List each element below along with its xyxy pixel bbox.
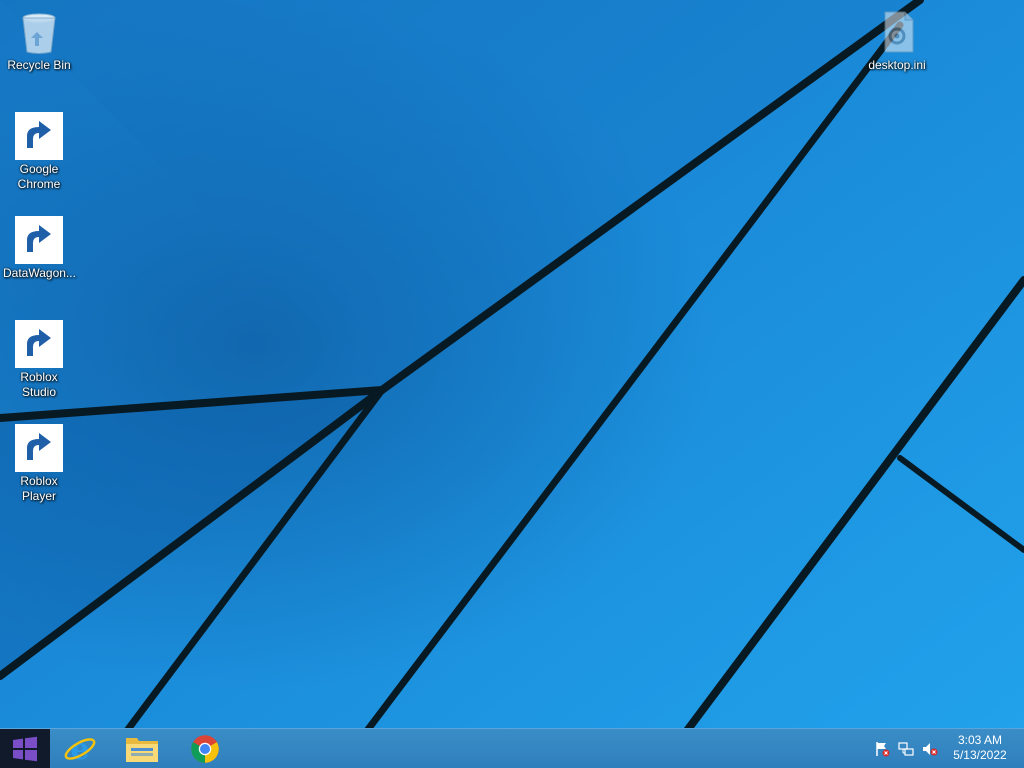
desktop-icon-label: Google Chrome (17, 162, 61, 191)
roblox-studio-icon (15, 320, 63, 368)
windows-logo-icon (13, 736, 37, 762)
clock-date: 5/13/2022 (953, 748, 1007, 762)
internet-explorer-icon: e (64, 732, 96, 766)
recycle-bin-icon (15, 8, 63, 56)
desktop-icon-google-chrome[interactable]: Google Chrome (1, 112, 77, 192)
shortcut-arrow-icon (15, 424, 63, 472)
wallpaper (0, 0, 1024, 768)
clock-time: 3:03 AM (957, 733, 1003, 747)
desktop-icon-label: Roblox Player (20, 474, 58, 503)
taskbar-chrome-button[interactable] (177, 729, 233, 768)
settings-file-icon (873, 8, 921, 56)
desktop-icon-datawagon[interactable]: DataWagon... (1, 216, 77, 281)
svg-text:e: e (70, 732, 89, 766)
desktop: Recycle Bin Google Chrome DataWagon... R… (0, 0, 1024, 768)
desktop-icon-roblox-studio[interactable]: Roblox Studio (1, 320, 77, 400)
network-icon[interactable] (898, 741, 914, 757)
start-button[interactable] (0, 729, 50, 768)
desktop-icon-recycle-bin[interactable]: Recycle Bin (1, 8, 77, 73)
taskbar-file-explorer-button[interactable] (114, 729, 170, 768)
file-explorer-icon (126, 738, 158, 762)
desktop-icon-desktop-ini[interactable]: desktop.ini (859, 8, 935, 73)
chrome-icon (15, 112, 63, 160)
roblox-player-icon (15, 424, 63, 472)
shortcut-arrow-icon (15, 112, 63, 160)
taskbar-internet-explorer-button[interactable]: e (52, 729, 108, 768)
shortcut-arrow-icon (15, 216, 63, 264)
volume-muted-icon[interactable] (922, 741, 938, 757)
chrome-icon (191, 735, 219, 763)
taskbar: e 3:03 AM 5/13/2022 (0, 728, 1024, 768)
datawagon-icon (15, 216, 63, 264)
clock[interactable]: 3:03 AM 5/13/2022 (944, 733, 1016, 763)
desktop-icon-label: desktop.ini (868, 58, 926, 72)
desktop-icon-label: Roblox Studio (20, 370, 58, 399)
action-center-flag-icon[interactable] (874, 741, 890, 757)
desktop-icon-label: Recycle Bin (7, 58, 71, 72)
desktop-icon-label: DataWagon... (3, 266, 76, 280)
shortcut-arrow-icon (15, 320, 63, 368)
desktop-icon-roblox-player[interactable]: Roblox Player (1, 424, 77, 504)
